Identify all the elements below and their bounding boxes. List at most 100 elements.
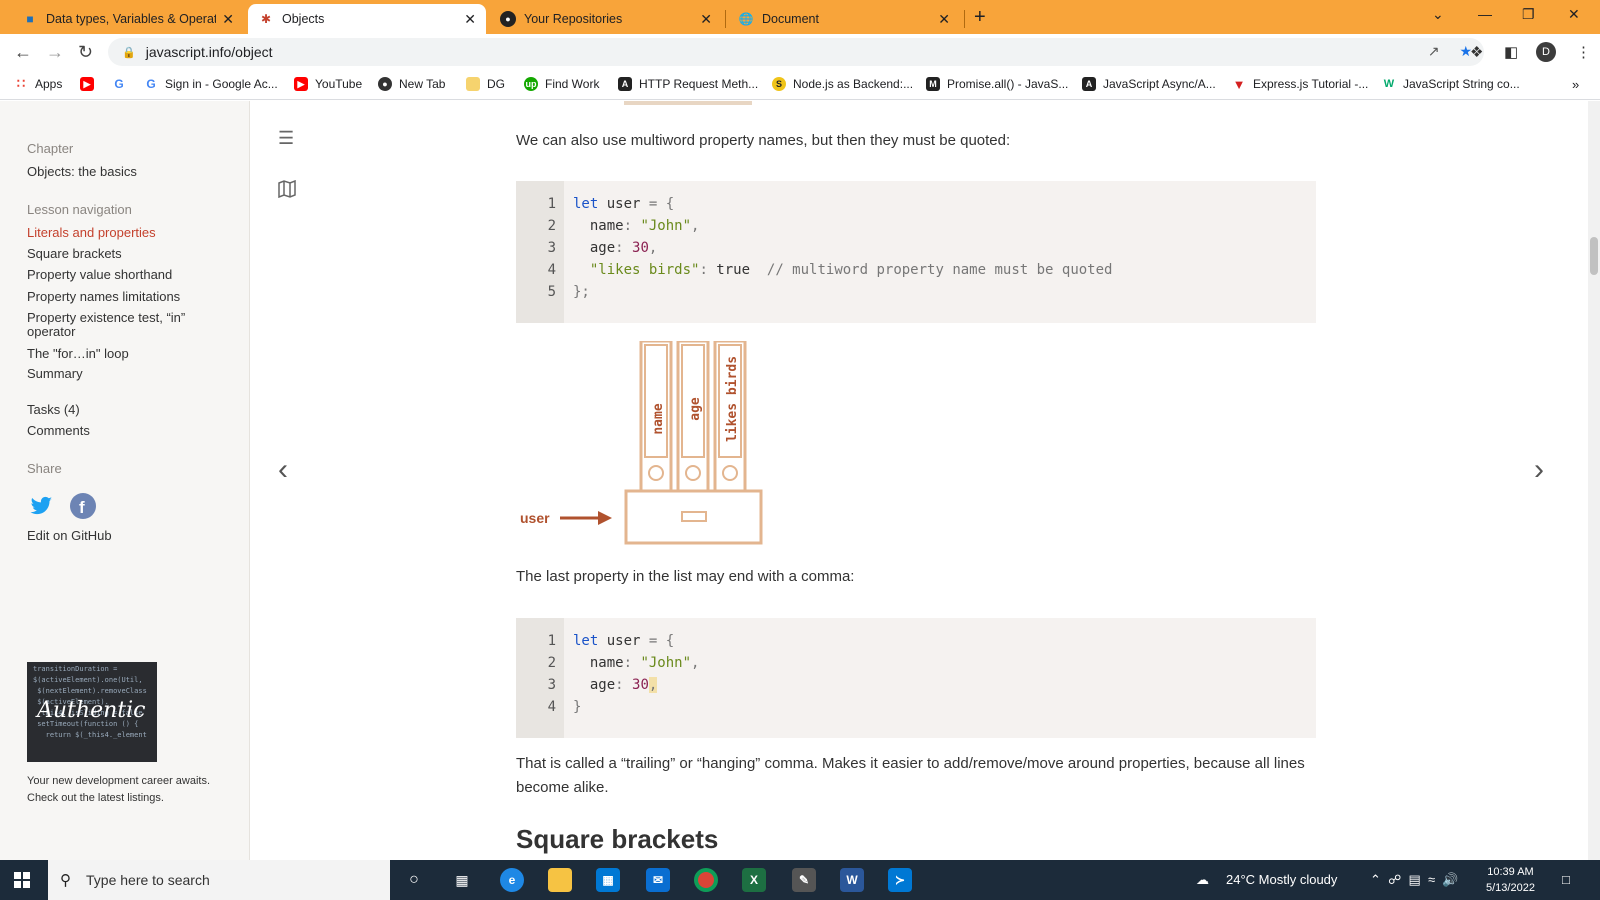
tab-objects[interactable]: ✱ Objects ✕ <box>248 4 486 34</box>
word-icon[interactable]: W <box>840 868 864 892</box>
next-lesson-chevron-icon[interactable]: › <box>1534 453 1544 487</box>
line-number: 2 <box>547 655 556 671</box>
search-icon: ⚲ <box>60 872 71 889</box>
page-scrollbar[interactable] <box>1588 101 1600 860</box>
windows-start-icon[interactable] <box>14 872 30 888</box>
restore-icon[interactable]: ❐ <box>1522 6 1535 23</box>
sidebar: Chapter Objects: the basics Lesson navig… <box>0 101 250 860</box>
close-icon[interactable]: ✕ <box>938 11 950 28</box>
sidebar-item-name-limitations[interactable]: Property names limitations <box>27 290 207 304</box>
bookmark-youtube-2[interactable]: ▶ YouTube <box>294 77 362 91</box>
window-close-icon[interactable]: ✕ <box>1568 6 1580 23</box>
extensions-puzzle-icon[interactable]: ❖ <box>1470 43 1483 61</box>
edit-on-github-link[interactable]: Edit on GitHub <box>27 529 207 543</box>
hamburger-menu-icon[interactable]: ☰ <box>278 128 294 149</box>
bookmark-google-signin[interactable]: G Sign in - Google Ac... <box>144 77 277 91</box>
tab-search-chevron-icon[interactable]: ⌄ <box>1432 6 1444 23</box>
vscode-icon[interactable]: ≻ <box>888 868 912 892</box>
system-tray-icons[interactable]: ⌃ ☍ ▤ ≈ 🔊 <box>1370 872 1459 888</box>
tasks-link[interactable]: Tasks (4) <box>27 403 207 417</box>
taskbar-search-box[interactable]: ⚲ Type here to search <box>48 860 390 900</box>
mail-icon[interactable]: ✉ <box>646 868 670 892</box>
minimize-icon[interactable]: — <box>1478 6 1492 22</box>
bookmark-label: New Tab <box>399 77 446 91</box>
bookmark-label: Promise.all() - JavaS... <box>947 77 1069 91</box>
address-bar[interactable]: 🔒 javascript.info/object ↗ ★ <box>108 38 1484 66</box>
ad-text[interactable]: Your new development career awaits. Chec… <box>27 773 227 807</box>
sidebar-item-for-in[interactable]: The "for…in" loop <box>27 347 207 361</box>
sidebar-item-square-brackets[interactable]: Square brackets <box>27 247 207 261</box>
pen-app-icon[interactable]: ✎ <box>792 868 816 892</box>
notifications-icon[interactable]: □ <box>1562 872 1570 887</box>
taskbar-clock[interactable]: 10:39 AM 5/13/2022 <box>1486 864 1535 896</box>
tab-title: Your Repositories <box>524 12 623 26</box>
file-explorer-icon[interactable] <box>548 868 572 892</box>
bookmark-apps[interactable]: ∷ Apps <box>14 76 63 91</box>
line-number: 4 <box>547 699 556 715</box>
back-arrow-icon[interactable]: ← <box>14 42 32 63</box>
bookmark-promise-all[interactable]: M Promise.all() - JavaS... <box>926 77 1068 91</box>
more-bookmarks-chevron-icon[interactable]: » <box>1572 77 1579 92</box>
sidebar-item-in-operator[interactable]: Property existence test, “in” operator <box>27 311 202 339</box>
chrome-icon[interactable] <box>694 868 718 892</box>
forward-arrow-icon[interactable]: → <box>46 42 64 63</box>
lock-icon[interactable]: 🔒 <box>122 46 136 59</box>
share-icon[interactable]: ↗ <box>1428 43 1440 59</box>
bookmark-express[interactable]: ▼ Express.js Tutorial -... <box>1232 76 1369 92</box>
scrollbar-thumb[interactable] <box>1590 237 1598 275</box>
reload-icon[interactable]: ↻ <box>78 42 93 63</box>
close-icon[interactable]: ✕ <box>222 11 234 28</box>
bookmarks-bar: ∷ Apps ▶ G G Sign in - Google Ac... ▶ YouTu… <box>0 70 1600 100</box>
edge-icon[interactable]: e <box>500 868 524 892</box>
cortana-icon[interactable]: ○ <box>402 868 426 892</box>
weather-icon[interactable]: ☁ <box>1196 872 1209 888</box>
bookmark-nodejs[interactable]: S Node.js as Backend:... <box>772 77 913 91</box>
facebook-icon[interactable]: f <box>70 493 96 519</box>
bookmark-async-await[interactable]: A JavaScript Async/A... <box>1082 77 1216 91</box>
tutorial-icon: ▼ <box>1232 76 1246 92</box>
comments-link[interactable]: Comments <box>27 424 207 438</box>
tab-data-types[interactable]: ■ Data types, Variables & Operator ✕ <box>12 4 244 34</box>
sidebar-item-literals[interactable]: Literals and properties <box>27 226 207 240</box>
clock-date: 5/13/2022 <box>1486 882 1535 894</box>
profile-avatar[interactable]: D <box>1536 42 1556 62</box>
bookmark-google-1[interactable]: G <box>112 77 133 91</box>
dollar-icon: S <box>772 77 786 91</box>
code-block-2[interactable]: 1 let user = { 2 name: "John", 3 age: 30,… <box>516 618 1316 738</box>
kebab-menu-icon[interactable]: ⋮ <box>1576 43 1591 61</box>
sidebar-item-shorthand[interactable]: Property value shorthand <box>27 268 207 282</box>
code-text: let user = { <box>573 633 675 649</box>
sidebar-item-summary[interactable]: Summary <box>27 367 207 381</box>
excel-icon[interactable]: X <box>742 868 766 892</box>
tab-repositories[interactable]: ● Your Repositories ✕ <box>490 4 722 34</box>
bookmark-folder-dg[interactable]: DG <box>466 77 505 91</box>
close-icon[interactable]: ✕ <box>464 11 476 28</box>
bookmark-newtab[interactable]: ● New Tab <box>378 77 445 91</box>
drawer-handle <box>681 511 707 522</box>
bookmark-label: HTTP Request Meth... <box>639 77 759 91</box>
prev-lesson-chevron-icon[interactable]: ‹ <box>278 453 288 487</box>
bookmark-http-methods[interactable]: A HTTP Request Meth... <box>618 77 758 91</box>
ad-banner-image[interactable]: transitionDuration = $(activeElement).on… <box>27 662 157 762</box>
bookmark-find-work[interactable]: up Find Work <box>524 77 599 91</box>
new-tab-button[interactable]: + <box>974 6 986 29</box>
microsoft-store-icon[interactable]: ▦ <box>596 868 620 892</box>
bookmark-youtube-1[interactable]: ▶ <box>80 77 101 91</box>
object-cabinet-figure: name age likes birds user <box>520 341 763 545</box>
tab-document[interactable]: 🌐 Document ✕ <box>728 4 960 34</box>
side-panel-icon[interactable]: ◧ <box>1504 43 1518 61</box>
close-icon[interactable]: ✕ <box>700 11 712 28</box>
map-icon[interactable] <box>278 179 296 203</box>
chapter-title-link[interactable]: Objects: the basics <box>27 165 207 179</box>
paragraph-trailing-comma: That is called a “trailing” or “hanging”… <box>516 755 1305 796</box>
code-block-1[interactable]: 1 let user = { 2 name: "John", 3 age: 30,… <box>516 181 1316 323</box>
code-line: 4 "likes birds": true // multiword prope… <box>516 262 1316 284</box>
weather-text[interactable]: 24°C Mostly cloudy <box>1226 872 1337 887</box>
twitter-icon[interactable] <box>29 493 55 519</box>
task-view-icon[interactable]: ▦ <box>450 868 474 892</box>
binder-label-age: age <box>688 397 703 421</box>
user-arrow <box>560 511 612 525</box>
binder-label-name: name <box>651 403 666 434</box>
bookmark-js-string[interactable]: W JavaScript String co... <box>1382 77 1520 91</box>
line-number: 3 <box>547 677 556 693</box>
